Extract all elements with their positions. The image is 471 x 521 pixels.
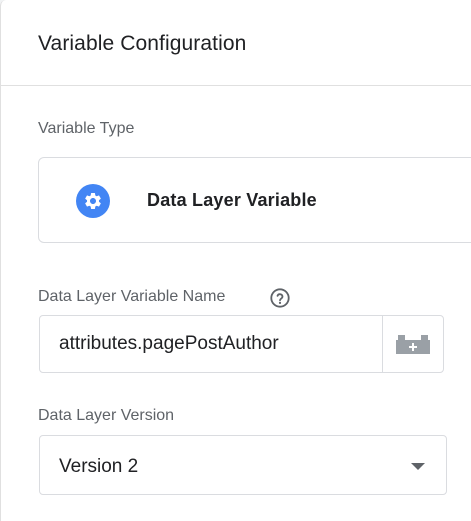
add-variable-button[interactable] xyxy=(382,316,443,372)
gear-icon xyxy=(76,184,110,218)
panel-title: Variable Configuration xyxy=(38,32,247,55)
variable-configuration-panel: Variable Configuration Variable Type Dat… xyxy=(0,0,471,521)
caret-down-icon xyxy=(411,463,425,470)
dl-version-label: Data Layer Version xyxy=(38,407,175,424)
help-circle-icon[interactable] xyxy=(269,287,291,309)
variable-type-card[interactable]: Data Layer Variable xyxy=(38,157,471,243)
dlv-name-field xyxy=(39,315,444,373)
dl-version-select[interactable]: Version 2 xyxy=(39,435,447,495)
variable-type-name: Data Layer Variable xyxy=(147,190,317,210)
variable-type-label: Variable Type xyxy=(38,120,135,137)
add-variable-icon xyxy=(396,335,430,354)
dl-version-value: Version 2 xyxy=(59,456,139,477)
dlv-name-label: Data Layer Variable Name xyxy=(38,288,226,305)
header-divider xyxy=(1,85,471,86)
dlv-name-input[interactable] xyxy=(40,316,384,372)
